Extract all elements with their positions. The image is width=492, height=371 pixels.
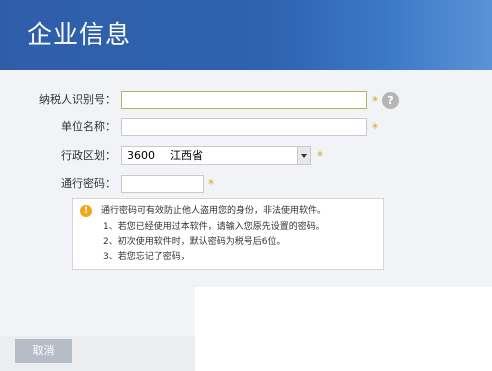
required-star: * [317, 149, 323, 163]
required-star: * [372, 94, 378, 108]
taxpayer-id-label: 纳税人识别号： [39, 93, 116, 106]
blank-overlay [195, 287, 492, 371]
header-bar: 企业信息 [0, 0, 492, 70]
required-star: * [372, 121, 378, 135]
password-label: 通行密码： [61, 177, 116, 190]
chevron-down-icon[interactable] [297, 147, 310, 164]
company-name-label: 单位名称： [61, 120, 116, 133]
region-select[interactable]: 3600 江西省 [121, 146, 311, 165]
region-code: 3600 [127, 149, 155, 162]
password-input[interactable] [121, 175, 204, 193]
required-star: * [208, 177, 214, 191]
note-line: 通行密码可有效防止他人盗用您的身份，非法使用软件。 [101, 206, 327, 216]
company-name-input[interactable] [121, 118, 367, 136]
note-line: 1、若您已经使用过本软件，请输入您原先设置的密码。 [103, 222, 325, 232]
note-line: 2、初次使用软件时，默认密码为税号后6位。 [103, 237, 286, 247]
warning-icon: ! [80, 205, 92, 217]
note-line: 3、若您忘记了密码， [103, 252, 190, 262]
taxpayer-id-input[interactable] [121, 91, 367, 109]
region-label: 行政区划： [61, 149, 116, 162]
region-name: 江西省 [170, 149, 203, 162]
help-icon[interactable]: ? [382, 92, 399, 109]
cancel-button[interactable]: 取消 [15, 339, 72, 363]
page-title: 企业信息 [27, 20, 132, 49]
password-note: ! 通行密码可有效防止他人盗用您的身份，非法使用软件。 1、若您已经使用过本软件… [72, 198, 384, 270]
